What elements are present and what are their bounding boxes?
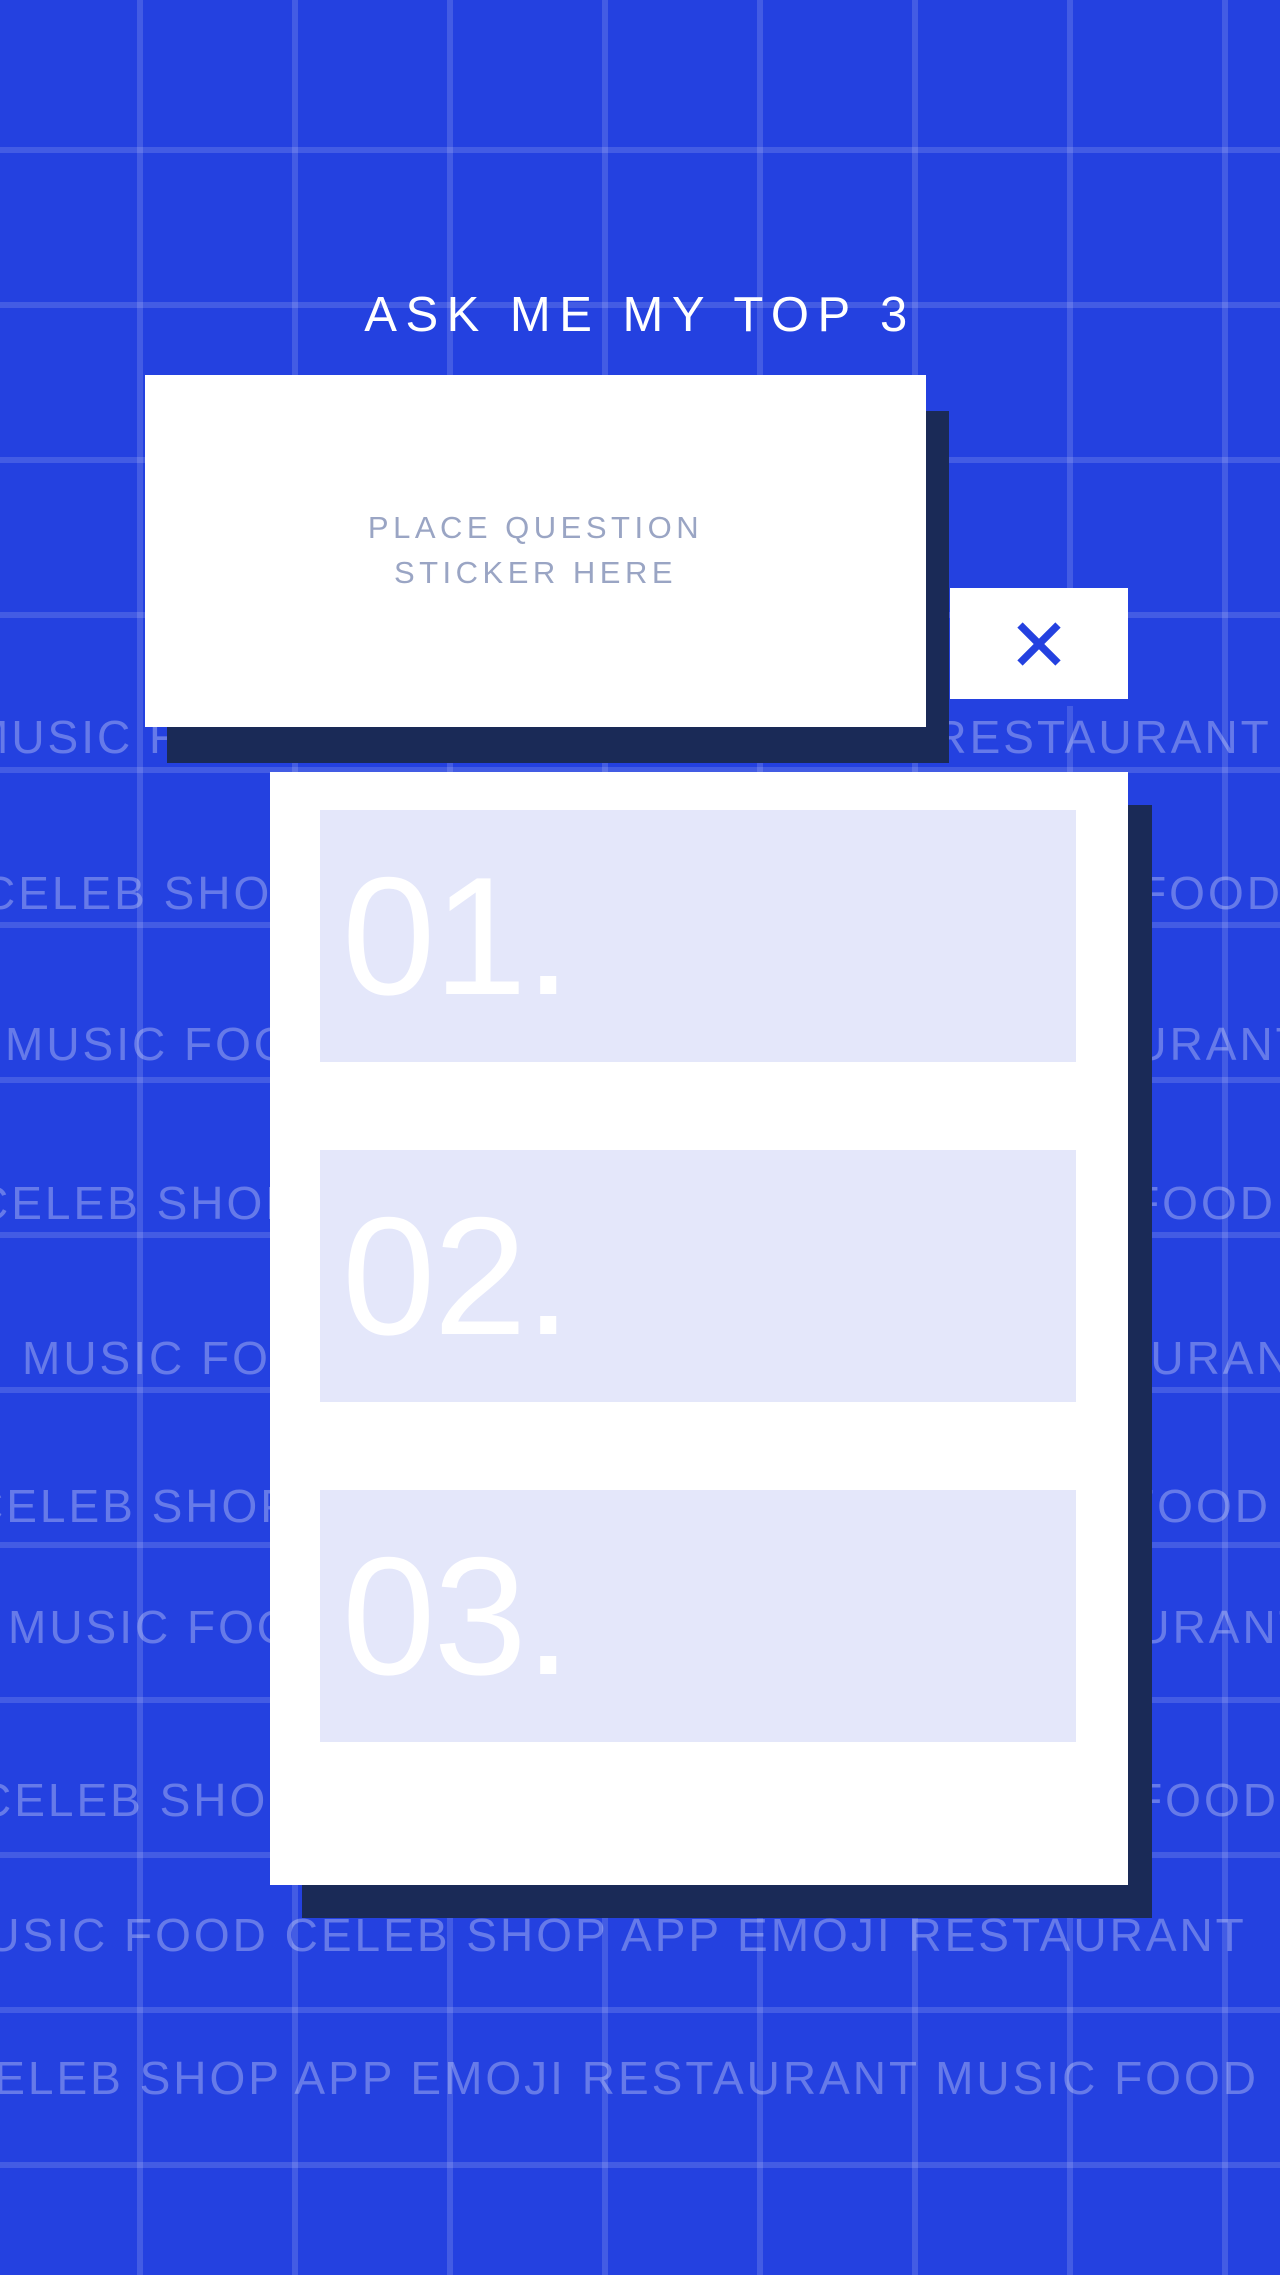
- ranking-row[interactable]: 01.: [320, 810, 1076, 1062]
- story-canvas: MUSIC FOOD CELEB SHOP APP EMOJI RESTAURA…: [0, 0, 1280, 2275]
- ranking-row[interactable]: 02.: [320, 1150, 1076, 1402]
- ranking-row-number: 03.: [342, 1522, 572, 1710]
- question-sticker-card[interactable]: PLACE QUESTION STICKER HERE: [145, 375, 926, 727]
- ranking-rows: 01. 02. 03.: [320, 810, 1076, 1742]
- ranking-row-number: 01.: [342, 842, 572, 1030]
- background-word-row: CELEB SHOP APP EMOJI RESTAURANT MUSIC FO…: [0, 2052, 1259, 2104]
- question-placeholder-text: PLACE QUESTION STICKER HERE: [367, 510, 704, 590]
- close-icon: [1017, 621, 1061, 666]
- page-title: ASK ME MY TOP 3: [364, 288, 916, 342]
- background-word-row: MUSIC FOOD CELEB SHOP APP EMOJI RESTAURA…: [0, 1909, 1247, 1961]
- ranking-row[interactable]: 03.: [320, 1490, 1076, 1742]
- close-button[interactable]: [950, 588, 1128, 706]
- ranking-row-number: 02.: [342, 1182, 572, 1370]
